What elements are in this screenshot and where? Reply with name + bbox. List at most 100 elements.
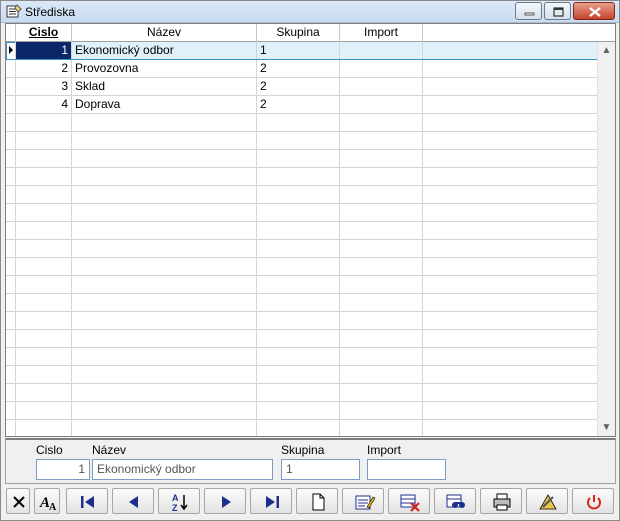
cell-filler[interactable] — [423, 384, 597, 401]
cell-skupina[interactable] — [257, 312, 340, 329]
empty-row[interactable] — [6, 420, 597, 436]
cell-cislo[interactable] — [16, 204, 72, 221]
empty-row[interactable] — [6, 276, 597, 294]
cell-import[interactable] — [340, 312, 423, 329]
cell-nazev[interactable] — [72, 168, 257, 185]
empty-row[interactable] — [6, 204, 597, 222]
cell-skupina[interactable] — [257, 150, 340, 167]
row-indicator[interactable] — [6, 348, 16, 365]
empty-row[interactable] — [6, 258, 597, 276]
row-indicator[interactable] — [6, 150, 16, 167]
cell-nazev[interactable] — [72, 276, 257, 293]
cell-filler[interactable] — [423, 294, 597, 311]
cell-nazev[interactable] — [72, 366, 257, 383]
empty-row[interactable] — [6, 150, 597, 168]
cell-import[interactable] — [340, 258, 423, 275]
cell-import[interactable] — [340, 78, 423, 95]
nazev-field[interactable]: Ekonomický odbor — [92, 459, 273, 480]
cell-skupina[interactable]: 2 — [257, 60, 340, 77]
cislo-field[interactable]: 1 — [36, 459, 90, 480]
cell-skupina[interactable] — [257, 168, 340, 185]
close-button[interactable] — [6, 488, 30, 514]
row-indicator[interactable] — [6, 258, 16, 275]
cell-filler[interactable] — [423, 150, 597, 167]
cell-import[interactable] — [340, 276, 423, 293]
cell-filler[interactable] — [423, 96, 597, 113]
cell-filler[interactable] — [423, 78, 597, 95]
empty-row[interactable] — [6, 348, 597, 366]
power-button[interactable] — [572, 488, 614, 514]
empty-row[interactable] — [6, 168, 597, 186]
cell-nazev[interactable] — [72, 186, 257, 203]
cell-filler[interactable] — [423, 348, 597, 365]
cell-import[interactable] — [340, 348, 423, 365]
cell-import[interactable] — [340, 402, 423, 419]
cell-filler[interactable] — [423, 258, 597, 275]
cell-skupina[interactable] — [257, 276, 340, 293]
row-indicator[interactable] — [6, 402, 16, 419]
cell-skupina[interactable] — [257, 222, 340, 239]
cell-cislo[interactable] — [16, 276, 72, 293]
cell-nazev[interactable] — [72, 258, 257, 275]
cell-nazev[interactable]: Doprava — [72, 96, 257, 113]
scroll-up-icon[interactable]: ▲ — [598, 42, 615, 59]
cell-filler[interactable] — [423, 186, 597, 203]
cell-cislo[interactable] — [16, 258, 72, 275]
table-row[interactable]: 2 Provozovna 2 — [6, 60, 597, 78]
delete-record-button[interactable] — [388, 488, 430, 514]
cell-filler[interactable] — [423, 366, 597, 383]
cell-cislo[interactable] — [16, 348, 72, 365]
cell-cislo[interactable]: 3 — [16, 78, 72, 95]
row-indicator[interactable] — [6, 330, 16, 347]
row-indicator[interactable] — [6, 204, 16, 221]
column-header-skupina[interactable]: Skupina — [257, 24, 340, 42]
cell-cislo[interactable] — [16, 132, 72, 149]
cell-nazev[interactable]: Ekonomický odbor — [72, 42, 257, 59]
row-indicator[interactable] — [6, 222, 16, 239]
skupina-field[interactable]: 1 — [281, 459, 360, 480]
cell-skupina[interactable] — [257, 114, 340, 131]
cell-filler[interactable] — [423, 222, 597, 239]
row-indicator[interactable] — [6, 186, 16, 203]
cell-import[interactable] — [340, 150, 423, 167]
cell-nazev[interactable] — [72, 402, 257, 419]
row-indicator[interactable] — [6, 240, 16, 257]
row-indicator[interactable] — [6, 168, 16, 185]
cell-skupina[interactable] — [257, 384, 340, 401]
scroll-down-icon[interactable]: ▼ — [598, 419, 615, 436]
cell-nazev[interactable] — [72, 150, 257, 167]
cell-cislo[interactable]: 1 — [16, 42, 72, 59]
cell-nazev[interactable] — [72, 384, 257, 401]
cell-filler[interactable] — [423, 276, 597, 293]
empty-row[interactable] — [6, 384, 597, 402]
cell-nazev[interactable] — [72, 330, 257, 347]
cell-cislo[interactable]: 4 — [16, 96, 72, 113]
cell-skupina[interactable] — [257, 366, 340, 383]
cell-nazev[interactable] — [72, 348, 257, 365]
row-indicator[interactable] — [6, 78, 16, 95]
cell-import[interactable] — [340, 384, 423, 401]
cell-nazev[interactable]: Provozovna — [72, 60, 257, 77]
row-indicator[interactable] — [6, 366, 16, 383]
cell-filler[interactable] — [423, 402, 597, 419]
window-close-button[interactable] — [573, 2, 615, 20]
import-field[interactable] — [367, 459, 446, 480]
empty-row[interactable] — [6, 366, 597, 384]
cell-cislo[interactable] — [16, 402, 72, 419]
row-indicator[interactable] — [6, 42, 16, 59]
cell-import[interactable] — [340, 186, 423, 203]
maximize-button[interactable] — [544, 2, 571, 20]
cell-nazev[interactable]: Sklad — [72, 78, 257, 95]
cell-skupina[interactable] — [257, 294, 340, 311]
cell-cislo[interactable]: 2 — [16, 60, 72, 77]
cell-cislo[interactable] — [16, 312, 72, 329]
cell-skupina[interactable] — [257, 348, 340, 365]
cell-nazev[interactable] — [72, 222, 257, 239]
cell-import[interactable] — [340, 420, 423, 436]
cell-cislo[interactable] — [16, 168, 72, 185]
cell-filler[interactable] — [423, 60, 597, 77]
cell-skupina[interactable] — [257, 402, 340, 419]
empty-row[interactable] — [6, 186, 597, 204]
row-indicator[interactable] — [6, 96, 16, 113]
row-indicator[interactable] — [6, 276, 16, 293]
